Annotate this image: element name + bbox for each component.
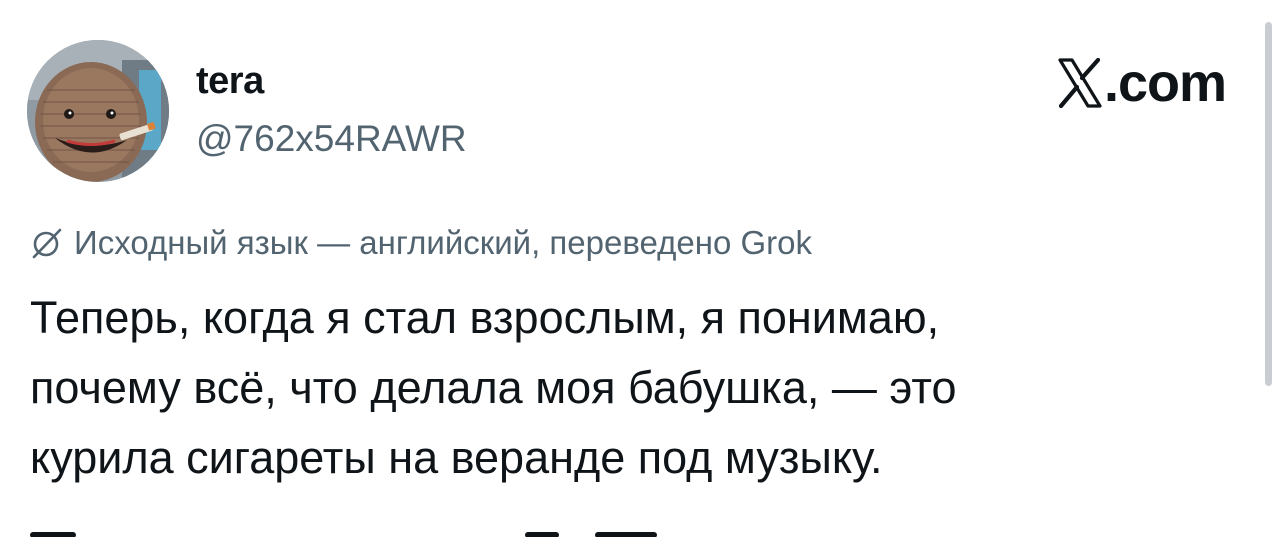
tweet-text-line: почему всё, что делала моя бабушка, — эт…: [30, 362, 957, 413]
scrollbar[interactable]: [1265, 22, 1272, 386]
grok-icon: [30, 226, 64, 260]
knitted-doll-avatar-icon: [27, 40, 169, 182]
tweet-text: Теперь, когда я стал взрослым, я понимаю…: [30, 283, 1230, 493]
clipped-glyph: [525, 532, 559, 537]
translation-note-text: Исходный язык — английский, переведено G…: [74, 224, 813, 261]
tweet-text-line: курила сигареты на веранде под музыку.: [30, 432, 883, 483]
author-avatar[interactable]: [27, 40, 169, 182]
x-logo-icon: [1058, 58, 1102, 108]
author-handle[interactable]: @762x54RAWR: [196, 118, 467, 160]
translation-note[interactable]: Исходный язык — английский, переведено G…: [30, 224, 812, 262]
clipped-next-line: [30, 520, 930, 537]
clipped-glyph: [30, 532, 76, 537]
x-com-brand: .com: [1058, 52, 1227, 114]
author-display-name[interactable]: tera: [196, 60, 264, 103]
clipped-glyph: [595, 532, 657, 537]
brand-domain-label: .com: [1103, 53, 1227, 113]
tweet-text-line: Теперь, когда я стал взрослым, я понимаю…: [30, 292, 940, 343]
